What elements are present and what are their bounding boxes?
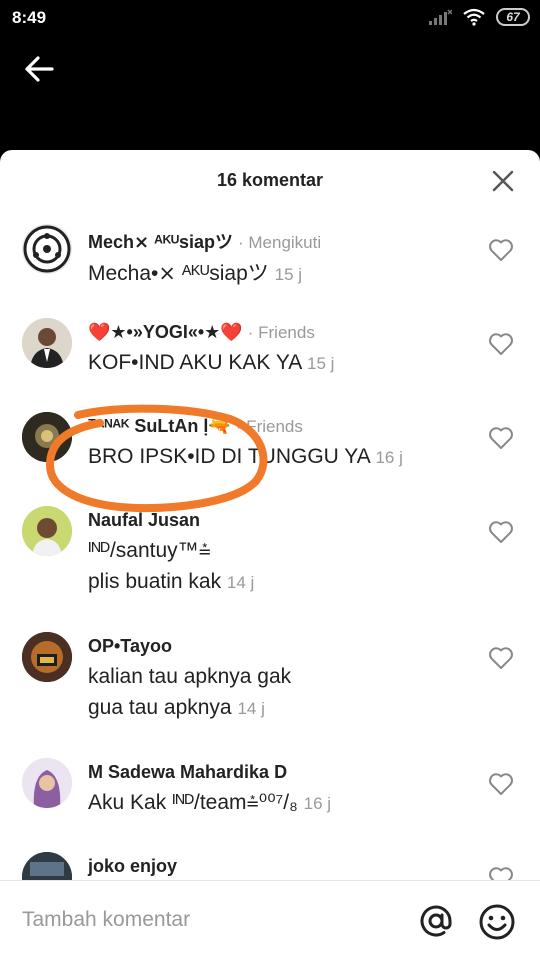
comment-message: KOF•IND AKU KAK YA: [88, 351, 302, 374]
status-icons: 67: [428, 8, 530, 26]
like-heart-icon[interactable]: [488, 772, 514, 796]
author-name: ❤️★•»YOGI«•★❤️: [88, 322, 243, 342]
comment-text: kalian tau apknya gak gua tau apknya 14 …: [88, 661, 470, 724]
emoji-icon[interactable]: [478, 903, 516, 941]
comment-message-line-2: gua tau apknya: [88, 696, 232, 719]
comment-text: ᴵᴺᴰ/santuy™⩮ plis buatin kak 14 j: [88, 535, 470, 598]
sheet-header: 16 komentar: [0, 150, 540, 212]
comment-text: Mecha•⨯ ᴬᴷᵁsiapツ 15 j: [88, 258, 470, 290]
like-heart-icon[interactable]: [488, 426, 514, 450]
avatar[interactable]: [22, 506, 72, 556]
author-name: joko enjoy: [88, 856, 178, 876]
comment-time: 15 j: [274, 265, 303, 284]
avatar[interactable]: [22, 852, 72, 880]
author-name: OP•Tayoo: [88, 636, 172, 656]
comment-time: 16 j: [375, 448, 403, 467]
comment-body: joko enjoy: [88, 856, 470, 877]
comment-input[interactable]: [22, 905, 382, 935]
mention-at-icon[interactable]: [418, 903, 454, 939]
author-name: ᵀᴬᴺᴬᴷ SuLtAn ḷ🔫: [88, 416, 231, 436]
comment-count-title: 16 komentar: [216, 170, 324, 190]
comment-body: Naufal Jusan ᴵᴺᴰ/santuy™⩮ plis buatin ka…: [88, 510, 470, 598]
like-heart-icon[interactable]: [488, 238, 514, 262]
battery-icon: 67: [496, 8, 530, 26]
comment-time: 14 j: [226, 573, 255, 592]
comment-body: Mech⨯ ᴬᴷᵁsiapツ · Mengikuti Mecha•⨯ ᴬᴷᵁsi…: [88, 228, 470, 290]
comment-message: Mecha•⨯ ᴬᴷᵁsiapツ: [88, 262, 269, 285]
avatar[interactable]: [22, 632, 72, 682]
author-relation: · Friends: [235, 417, 303, 436]
avatar[interactable]: [22, 758, 72, 808]
comment-author[interactable]: joko enjoy: [88, 856, 470, 877]
comment-body: ❤️★•»YOGI«•★❤️ · Friends KOF•IND AKU KAK…: [88, 322, 470, 379]
avatar[interactable]: [22, 318, 72, 368]
status-time: 8:49: [12, 8, 47, 27]
comment-author[interactable]: M Sadewa Mahardika D: [88, 762, 470, 783]
comment-item[interactable]: joko enjoy: [0, 850, 540, 880]
close-button[interactable]: [490, 168, 516, 194]
comment-message-line-1: kalian tau apknya gak: [88, 665, 292, 688]
comment-input-bar: [0, 880, 540, 960]
comment-author[interactable]: Mech⨯ ᴬᴷᵁsiapツ · Mengikuti: [88, 228, 470, 254]
comment-text: KOF•IND AKU KAK YA 15 j: [88, 347, 470, 379]
like-heart-icon[interactable]: [488, 866, 514, 880]
comment-body: M Sadewa Mahardika D Aku Kak ᴵᴺᴰ/team⩮⁰⁰…: [88, 762, 470, 819]
signal-icon: [429, 9, 452, 25]
comment-text: BRO IPSK•ID DI TUNGGU YA 16 j: [88, 441, 470, 473]
comment-message: BRO IPSK•ID DI TUNGGU YA: [88, 445, 370, 468]
avatar[interactable]: [22, 412, 72, 462]
wifi-icon: [463, 8, 485, 26]
comment-author[interactable]: OP•Tayoo: [88, 636, 470, 657]
comment-author[interactable]: ᵀᴬᴺᴬᴷ SuLtAn ḷ🔫 · Friends: [88, 416, 470, 437]
back-button[interactable]: [22, 52, 56, 86]
avatar[interactable]: [22, 224, 72, 274]
like-heart-icon[interactable]: [488, 646, 514, 670]
comment-text: Aku Kak ᴵᴺᴰ/team⩮⁰⁰⁷/₈ 16 j: [88, 787, 470, 819]
comment-message-line-2: plis buatin kak: [88, 570, 222, 593]
comment-body: OP•Tayoo kalian tau apknya gak gua tau a…: [88, 636, 470, 724]
author-name: M Sadewa Mahardika D: [88, 762, 288, 782]
author-relation: · Mengikuti: [238, 233, 322, 252]
status-bar: 8:49 67: [0, 0, 540, 38]
comment-message-line-1: ᴵᴺᴰ/santuy™⩮: [88, 539, 211, 562]
comment-author[interactable]: ❤️★•»YOGI«•★❤️ · Friends: [88, 322, 470, 343]
comment-time: 15 j: [307, 354, 335, 373]
like-heart-icon[interactable]: [488, 332, 514, 356]
battery-level: 67: [506, 10, 520, 24]
comment-author[interactable]: Naufal Jusan: [88, 510, 470, 531]
comment-time: 16 j: [303, 794, 332, 813]
close-icon: [492, 170, 514, 192]
author-name: Mech⨯ ᴬᴷᵁsiapツ: [88, 232, 233, 252]
author-name: Naufal Jusan: [88, 510, 201, 530]
comment-message: Aku Kak ᴵᴺᴰ/team⩮⁰⁰⁷/₈: [88, 791, 298, 814]
like-heart-icon[interactable]: [488, 520, 514, 544]
comment-time: 14 j: [237, 699, 265, 718]
comment-body: ᵀᴬᴺᴬᴷ SuLtAn ḷ🔫 · Friends BRO IPSK•ID DI…: [88, 416, 470, 473]
back-arrow-icon: [25, 56, 54, 82]
author-relation: · Friends: [247, 323, 315, 342]
